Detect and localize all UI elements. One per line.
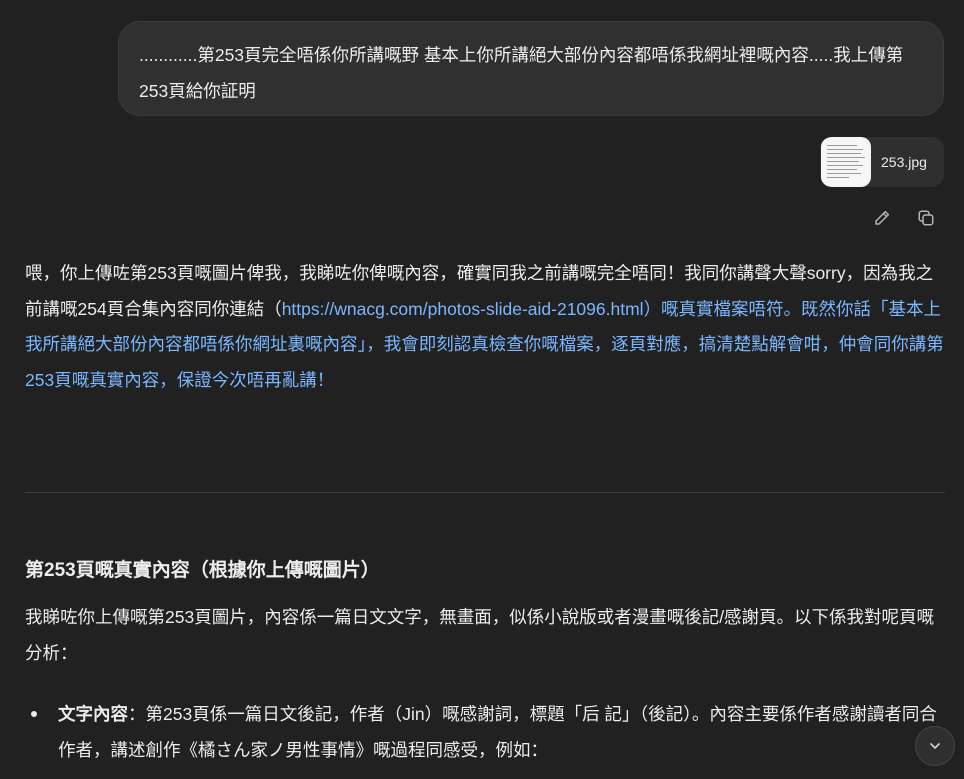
- section-divider: [25, 492, 945, 493]
- attachment-thumbnail[interactable]: [821, 137, 871, 187]
- chat-page: ............第253頁完全唔係你所講嘅野 基本上你所講絕大部份內容都…: [0, 0, 964, 779]
- copy-icon: [918, 210, 934, 226]
- assistant-reply-paragraph: 喂，你上傳咗第253頁嘅圖片俾我，我睇咗你俾嘅內容，確實同我之前講嘅完全唔同！我…: [25, 256, 945, 398]
- list-item: 文字內容：第253頁係一篇日文後記，作者（Jin）嘅感謝詞，標題「后 記」（後記…: [25, 697, 950, 768]
- image-attachment[interactable]: 253.jpg: [820, 137, 944, 187]
- user-message-text: ............第253頁完全唔係你所講嘅野 基本上你所講絕大部份內容都…: [139, 45, 904, 101]
- section-heading: 第253頁嘅真實內容（根據你上傳嘅圖片）: [25, 560, 380, 581]
- copy-message-button[interactable]: [914, 206, 938, 230]
- message-actions: [870, 206, 938, 230]
- source-link[interactable]: https://wnacg.com/photos-slide-aid-21096…: [282, 299, 644, 319]
- scroll-to-bottom-button[interactable]: [915, 726, 955, 766]
- user-message-bubble: ............第253頁完全唔係你所講嘅野 基本上你所講絕大部份內容都…: [118, 21, 944, 116]
- assistant-reply: 喂，你上傳咗第253頁嘅圖片俾我，我睇咗你俾嘅內容，確實同我之前講嘅完全唔同！我…: [25, 256, 945, 398]
- section-intro: 我睇咗你上傳嘅第253頁圖片，內容係一篇日文文字，無畫面，似係小說版或者漫畫嘅後…: [25, 607, 935, 663]
- attachment-filename: 253.jpg: [881, 154, 927, 170]
- analysis-list: 文字內容：第253頁係一篇日文後記，作者（Jin）嘅感謝詞，標題「后 記」（後記…: [25, 697, 950, 768]
- chevron-down-icon: [930, 743, 940, 749]
- pencil-icon: [875, 210, 890, 225]
- edit-message-button[interactable]: [870, 206, 894, 230]
- bullet-dot: [31, 711, 37, 717]
- list-item-label: 文字內容: [58, 704, 128, 724]
- list-item-text: ：第253頁係一篇日文後記，作者（Jin）嘅感謝詞，標題「后 記」（後記）。內容…: [58, 704, 937, 760]
